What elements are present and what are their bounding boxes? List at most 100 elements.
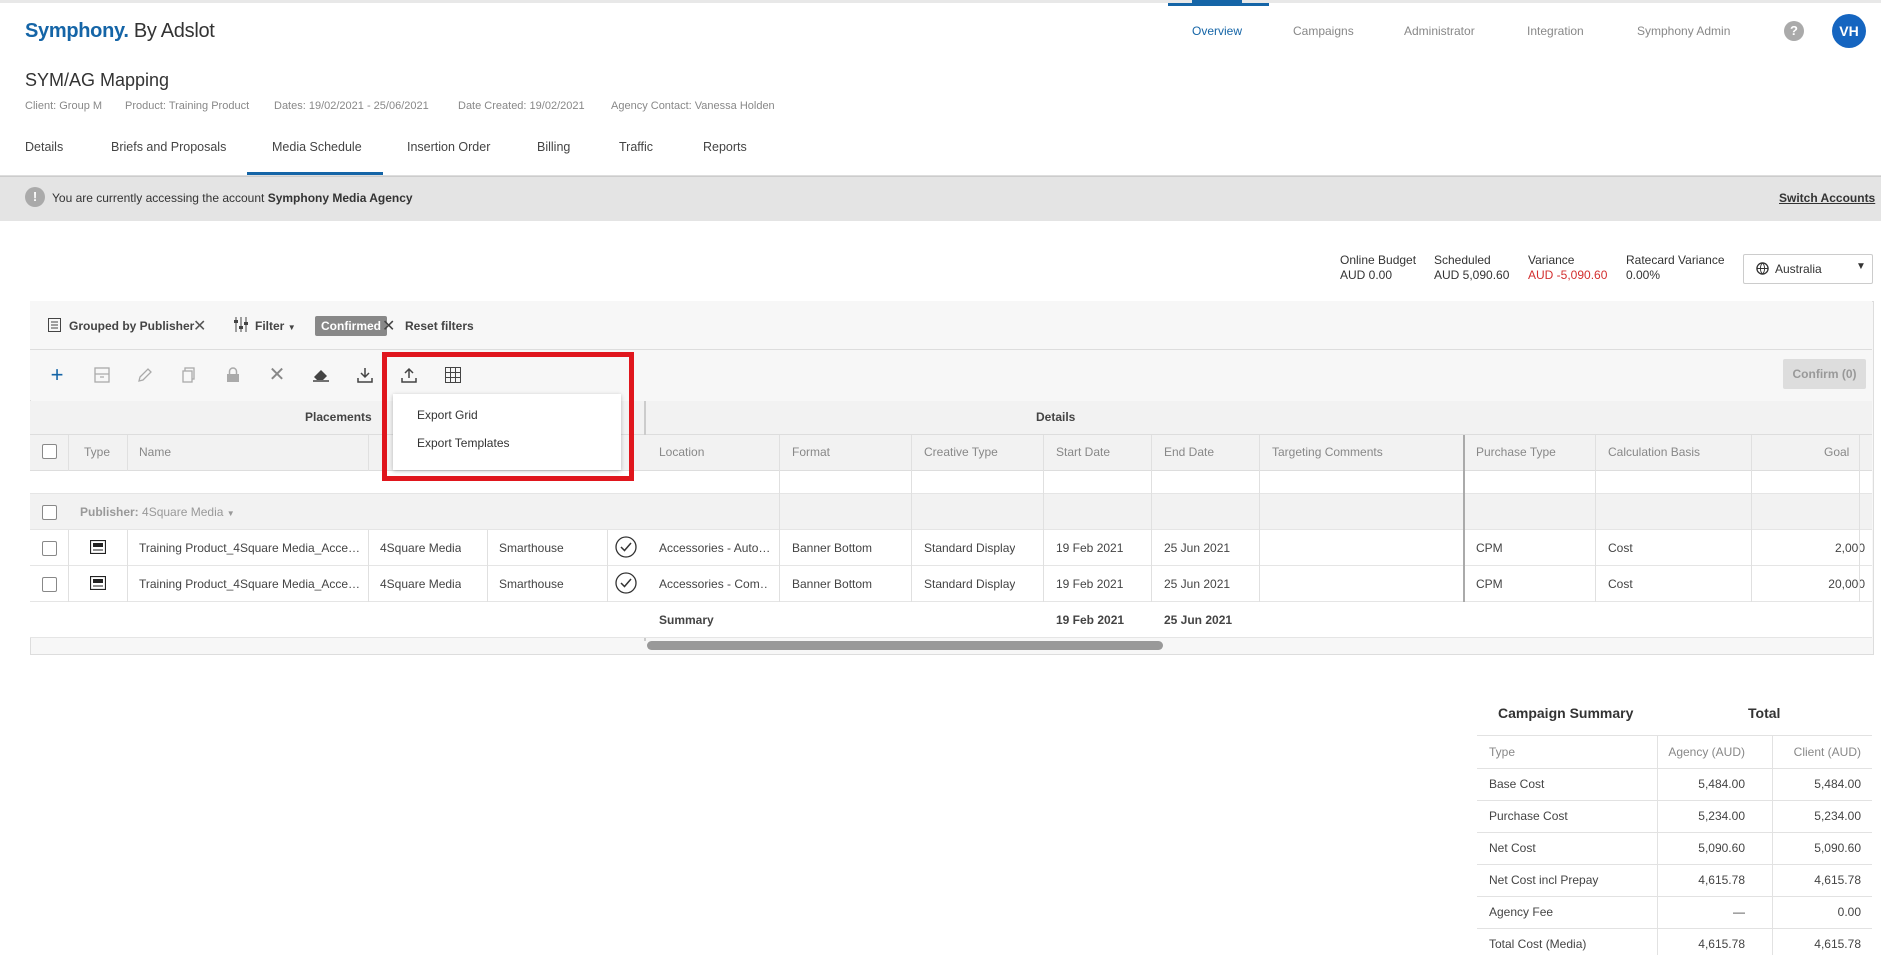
remove-group-icon[interactable]: ✕ xyxy=(193,316,206,336)
col-creative-type[interactable]: Creative Type xyxy=(924,445,998,459)
col-type[interactable]: Type xyxy=(84,445,110,459)
col-divider xyxy=(368,530,369,602)
row-calc-basis: Cost xyxy=(1608,541,1633,555)
summary-col-divider xyxy=(1657,735,1658,955)
tab-traffic[interactable]: Traffic xyxy=(619,140,653,154)
meta-agency-contact: Agency Contact: Vanessa Holden xyxy=(611,100,775,112)
tab-media-schedule[interactable]: Media Schedule xyxy=(272,140,362,154)
col-format[interactable]: Format xyxy=(792,445,830,459)
remove-chip-icon[interactable]: ✕ xyxy=(382,316,395,336)
summary-row-net-cost-prepay: Net Cost incl Prepay 4,615.78 4,615.78 xyxy=(1477,864,1872,897)
col-divider xyxy=(1595,435,1596,602)
row-publisher: 4Square Media xyxy=(380,541,462,555)
col-purchase-type[interactable]: Purchase Type xyxy=(1476,445,1556,459)
variance: Variance AUD -5,090.60 xyxy=(1528,253,1608,282)
edit-icon[interactable] xyxy=(133,363,157,387)
col-targeting-comments[interactable]: Targeting Comments xyxy=(1272,445,1383,459)
scheduled: Scheduled AUD 5,090.60 xyxy=(1434,253,1510,282)
col-start-date[interactable]: Start Date xyxy=(1056,445,1110,459)
switch-accounts-link[interactable]: Switch Accounts xyxy=(1779,191,1875,205)
col-divider xyxy=(911,435,912,602)
summary-row-net-cost: Net Cost 5,090.60 5,090.60 xyxy=(1477,832,1872,865)
add-icon[interactable]: + xyxy=(45,363,69,387)
copy-icon[interactable] xyxy=(177,363,201,387)
lock-icon[interactable] xyxy=(221,363,245,387)
nav-symphony-admin[interactable]: Symphony Admin xyxy=(1637,0,1730,62)
select-all-checkbox[interactable] xyxy=(42,444,57,459)
col-divider xyxy=(1043,435,1044,602)
summary-col-divider xyxy=(1772,735,1773,955)
tab-details[interactable]: Details xyxy=(25,140,63,154)
col-divider xyxy=(368,435,369,471)
country-select[interactable]: Australia ▼ xyxy=(1743,254,1873,284)
filter-icon xyxy=(233,317,249,332)
row-location: Accessories - Auto… xyxy=(659,541,769,555)
row-checkbox[interactable] xyxy=(42,577,57,592)
page-title: SYM/AG Mapping xyxy=(25,70,170,90)
nav-administrator[interactable]: Administrator xyxy=(1404,0,1475,62)
display-ad-icon xyxy=(90,540,106,554)
summary-row-total-cost: Total Cost (Media) 4,615.78 4,615.78 xyxy=(1489,937,1861,951)
country-value: Australia xyxy=(1775,262,1822,276)
meta-product: Product: Training Product xyxy=(125,100,250,112)
confirmed-filter-chip[interactable]: Confirmed xyxy=(315,316,387,336)
grouped-by-label: Grouped by Publisher xyxy=(69,319,195,333)
eraser-icon[interactable] xyxy=(309,363,333,387)
col-divider xyxy=(127,435,128,471)
row-purchase-type: CPM xyxy=(1476,577,1503,591)
tab-billing[interactable]: Billing xyxy=(537,140,570,154)
avatar[interactable]: VH xyxy=(1832,14,1866,48)
filter-bar xyxy=(30,301,1872,350)
info-icon: ! xyxy=(25,187,45,207)
help-icon[interactable]: ? xyxy=(1784,21,1804,41)
details-header: Details xyxy=(1036,410,1076,424)
col-divider xyxy=(779,435,780,602)
row-end-date: 25 Jun 2021 xyxy=(1164,541,1231,555)
group-checkbox[interactable] xyxy=(42,505,57,520)
col-calculation-basis[interactable]: Calculation Basis xyxy=(1608,445,1700,459)
reset-filters-button[interactable]: Reset filters xyxy=(405,319,474,333)
online-budget: Online Budget AUD 0.00 xyxy=(1340,253,1417,282)
horizontal-scrollbar[interactable] xyxy=(647,641,1163,650)
meta-dates: Dates: 19/02/2021 - 25/06/2021 xyxy=(274,100,429,112)
col-goal[interactable]: Goal xyxy=(1824,445,1849,459)
summary-header-row: Type Agency (AUD) Client (AUD) xyxy=(1477,735,1872,769)
tab-briefs-and-proposals[interactable]: Briefs and Proposals xyxy=(111,140,226,154)
tab-reports[interactable]: Reports xyxy=(703,140,747,154)
ratecard-variance: Ratecard Variance 0.00% xyxy=(1626,253,1725,282)
download-icon[interactable] xyxy=(353,363,377,387)
summary-row xyxy=(30,602,1872,638)
col-divider xyxy=(1751,435,1752,602)
row-goal: 2,000 xyxy=(1834,541,1865,555)
delete-icon[interactable]: ✕ xyxy=(265,363,289,387)
row-creative-type: Standard Display xyxy=(924,577,1016,591)
nav-overview[interactable]: Overview xyxy=(1192,0,1243,62)
chevron-down-icon: ▼ xyxy=(1856,261,1866,272)
row-calc-basis: Cost xyxy=(1608,577,1633,591)
display-ad-icon xyxy=(90,576,106,590)
row-end-date: 25 Jun 2021 xyxy=(1164,577,1231,591)
app-logo[interactable]: Symphony. By Adslot xyxy=(25,20,215,43)
col-name[interactable]: Name xyxy=(139,445,171,459)
row-format: Banner Bottom xyxy=(792,541,873,555)
row-name: Training Product_4Square Media_Acce… xyxy=(139,541,359,555)
campaign-summary-total: Total xyxy=(1748,705,1781,721)
col-location[interactable]: Location xyxy=(659,445,704,459)
toolbar xyxy=(30,350,1872,400)
col-end-date[interactable]: End Date xyxy=(1164,445,1214,459)
nav-integration[interactable]: Integration xyxy=(1527,0,1584,62)
row-publisher: 4Square Media xyxy=(380,577,462,591)
row-start-date: 19 Feb 2021 xyxy=(1056,577,1124,591)
meta-date-created: Date Created: 19/02/2021 xyxy=(458,100,585,112)
nav-active-indicator xyxy=(1168,3,1269,6)
col-divider xyxy=(1151,435,1152,602)
archive-icon[interactable] xyxy=(90,363,114,387)
filter-button[interactable]: Filter ▼ xyxy=(255,319,296,333)
tab-insertion-order[interactable]: Insertion Order xyxy=(407,140,490,154)
row-checkbox[interactable] xyxy=(42,541,57,556)
nav-campaigns[interactable]: Campaigns xyxy=(1293,0,1354,62)
summary-row-agency-fee: Agency Fee — 0.00 xyxy=(1477,896,1872,929)
col-divider xyxy=(1259,435,1260,602)
confirm-button[interactable]: Confirm (0) xyxy=(1783,359,1866,389)
summary-row-purchase-cost: Purchase Cost 5,234.00 5,234.00 xyxy=(1477,800,1872,833)
